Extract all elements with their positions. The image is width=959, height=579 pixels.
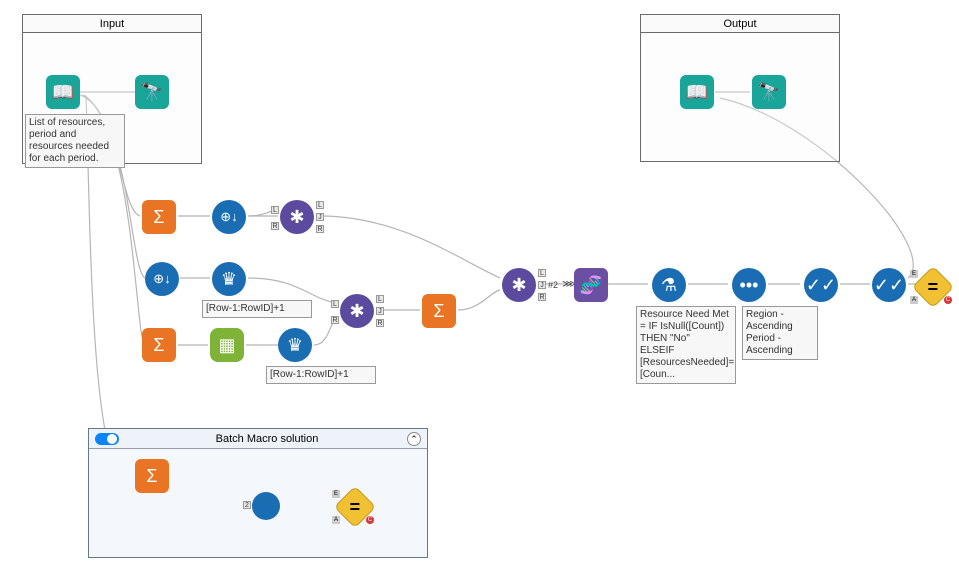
text-input-tool[interactable]: 📖: [46, 75, 80, 109]
anchor-E-macro: E: [332, 490, 340, 498]
text-input-tool-output[interactable]: 📖: [680, 75, 714, 109]
dynamic-rename-tool[interactable]: 🧬: [574, 268, 608, 302]
multirow-formula-tool-1[interactable]: ♛: [212, 262, 246, 296]
batch-macro-header: Batch Macro solution ⌃: [89, 429, 427, 449]
row-formula-annotation-2: [Row-1:RowID]+1: [266, 366, 376, 384]
join-number-label: #2: [548, 280, 558, 290]
output-container[interactable]: Output: [640, 14, 840, 162]
formula-annotation: Resource Need Met = IF IsNull([Count]) T…: [636, 306, 736, 384]
multirow-formula-tool-2[interactable]: ♛: [278, 328, 312, 362]
row-formula-annotation-1: [Row-1:RowID]+1: [202, 300, 312, 318]
check-icon: ✓✓: [806, 275, 836, 296]
select-tool[interactable]: ✓✓: [804, 268, 838, 302]
sort-tool[interactable]: •••: [732, 268, 766, 302]
sigma-icon: Σ: [153, 335, 164, 356]
anchor-L-out: L: [316, 201, 324, 209]
append-fields-tool-2[interactable]: ⊕↓: [145, 262, 179, 296]
crown-icon: ♛: [221, 269, 237, 290]
data-cleanse-tool[interactable]: ✓✓: [872, 268, 906, 302]
macro-toggle[interactable]: [95, 433, 119, 445]
browse-tool-input[interactable]: 🔭: [135, 75, 169, 109]
anchor-J-out: J: [316, 213, 324, 221]
crown-icon: ♛: [287, 335, 303, 356]
formula-tool[interactable]: ⚗: [652, 268, 686, 302]
equals-icon: =: [928, 276, 939, 297]
anchor-J2o: J: [376, 307, 384, 315]
anchor-C-macro: C: [366, 516, 374, 524]
plus-down-icon: ⊕↓: [153, 271, 170, 287]
equals-icon: =: [350, 496, 361, 517]
input-annotation: List of resources, period and resources …: [25, 114, 125, 168]
binoculars-icon: 🔭: [758, 82, 780, 103]
anchor-R2: R: [331, 316, 339, 324]
book-icon: 📖: [52, 82, 74, 103]
join-icon: ✱: [511, 275, 526, 296]
grid-icon: ▦: [218, 335, 235, 356]
anchor-R3o: R: [538, 293, 546, 301]
anchor-A-macro: A: [332, 516, 340, 524]
append-fields-tool-1[interactable]: ⊕↓: [212, 200, 246, 234]
sigma-icon: Σ: [433, 301, 444, 322]
sort-annotation: Region - Ascending Period - Ascending: [742, 306, 818, 360]
sigma-icon: Σ: [153, 207, 164, 228]
anchor-E: E: [910, 270, 918, 278]
sigma-icon: Σ: [146, 466, 157, 487]
collapse-button[interactable]: ⌃: [407, 432, 421, 446]
binoculars-icon: 🔭: [141, 82, 163, 103]
anchor-A: A: [910, 296, 918, 304]
output-container-title: Output: [641, 15, 839, 33]
dna-icon: 🧬: [580, 275, 602, 296]
summarize-tool-1[interactable]: Σ: [142, 200, 176, 234]
macro-anchor-in: 2: [243, 501, 251, 509]
join-icon: ✱: [289, 207, 304, 228]
summarize-tool-3[interactable]: Σ: [422, 294, 456, 328]
anchor-L: L: [271, 206, 279, 214]
anchor-L3o: L: [538, 269, 546, 277]
anchor-L2: L: [331, 300, 339, 308]
macro-inner-tool[interactable]: [252, 492, 280, 520]
flask-icon: ⚗: [661, 275, 677, 296]
anchor-R-out: R: [316, 225, 324, 233]
anchor-C: C: [944, 296, 952, 304]
plus-down-icon: ⊕↓: [220, 209, 237, 225]
join-icon: ✱: [349, 301, 364, 322]
join-tool-center[interactable]: ✱: [502, 268, 536, 302]
anchor-R2o: R: [376, 319, 384, 327]
summarize-tool-2[interactable]: Σ: [142, 328, 176, 362]
crosstab-tool[interactable]: ▦: [210, 328, 244, 362]
browse-tool-output[interactable]: 🔭: [752, 75, 786, 109]
anchor-R: R: [271, 222, 279, 230]
join-tool-mid[interactable]: ✱: [340, 294, 374, 328]
input-container-title: Input: [23, 15, 201, 33]
anchor-J3o: J: [538, 281, 546, 289]
join-tool-upper[interactable]: ✱: [280, 200, 314, 234]
anchor-L2o: L: [376, 295, 384, 303]
summarize-tool-macro[interactable]: Σ: [135, 459, 169, 493]
dots-icon: •••: [740, 275, 759, 296]
batch-macro-title: Batch Macro solution: [127, 433, 407, 445]
check-icon-2: ✓✓: [874, 275, 904, 296]
book-icon: 📖: [686, 82, 708, 103]
